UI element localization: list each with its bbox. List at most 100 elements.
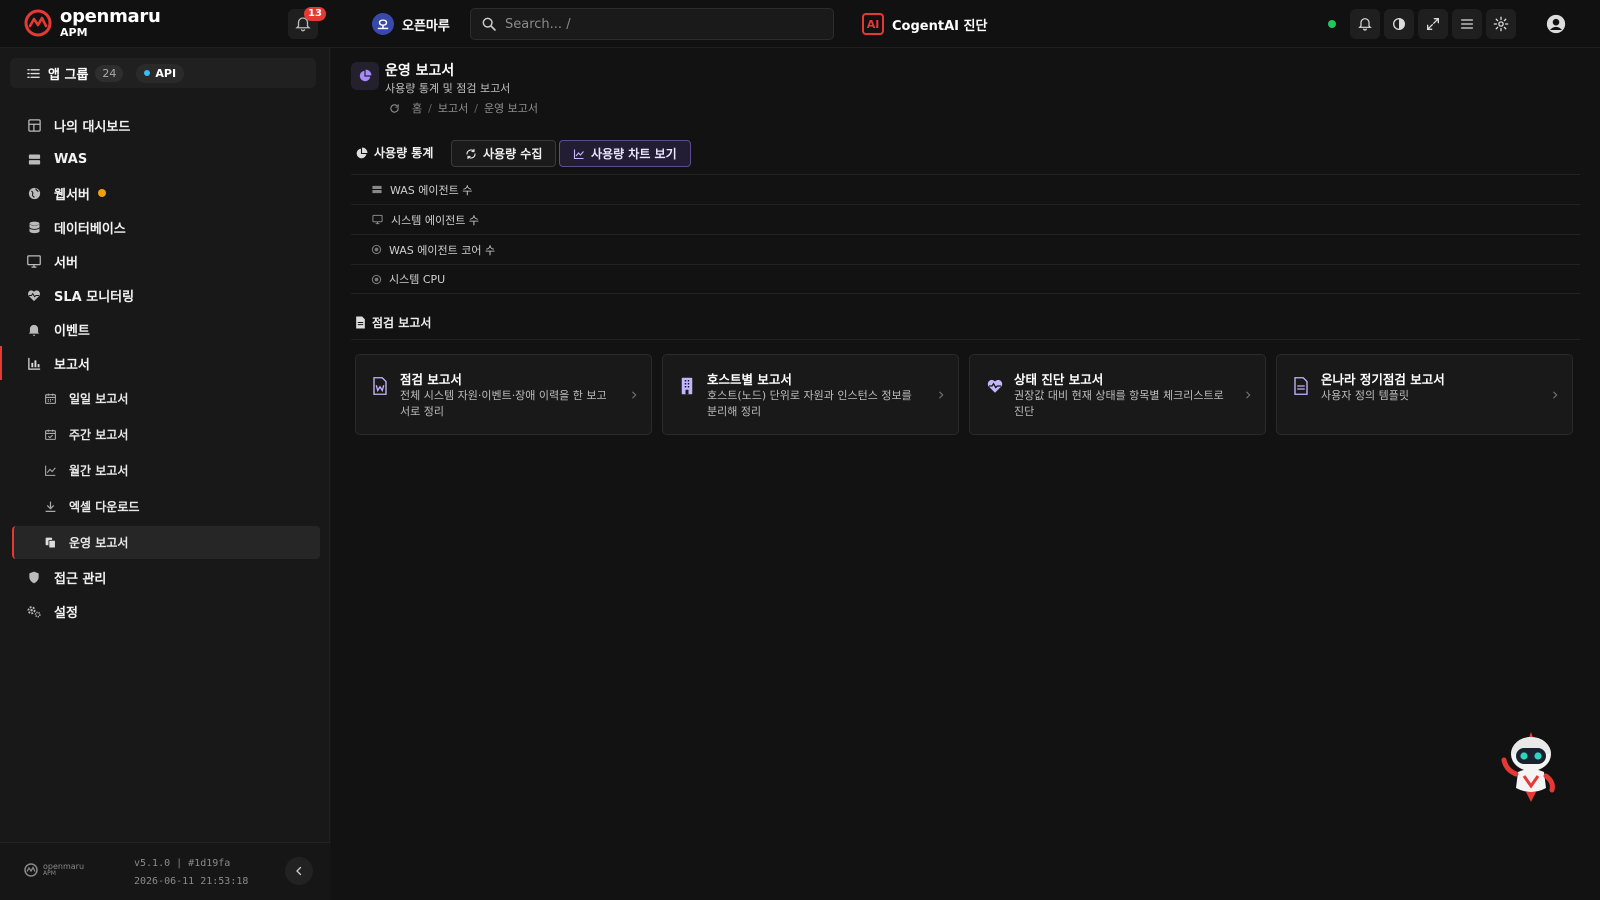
gear-icon <box>1493 16 1509 32</box>
pie-chart-icon <box>356 147 368 159</box>
sidebar: 앱 그룹 24 API 나의 대시보드 WAS 웹서버 데이터베이스 서버 SL… <box>0 48 330 900</box>
sync-icon <box>466 148 476 159</box>
sidebar-item-access-management[interactable]: 접근 관리 <box>0 560 330 594</box>
search-input[interactable] <box>505 16 805 32</box>
sidebar-subitem-label: 월간 보고서 <box>69 464 129 478</box>
footer-logo: openmaru APM <box>24 863 84 877</box>
server-icon <box>372 185 382 194</box>
search-icon <box>482 17 496 31</box>
ai-icon: AI <box>862 13 884 35</box>
database-icon <box>28 221 40 233</box>
fullscreen-button[interactable] <box>1418 9 1448 39</box>
monitor-icon <box>372 214 383 225</box>
bar-chart-icon <box>27 357 40 370</box>
usage-row[interactable]: WAS 에이전트 코어 수 <box>351 234 1580 264</box>
alarm-button[interactable] <box>1350 9 1380 39</box>
sidebar-subitem-weekly-report[interactable]: 주간 보고서 <box>12 418 320 451</box>
notifications-button[interactable]: 13 <box>288 7 326 39</box>
sidebar-subitem-operation-report[interactable]: 운영 보고서 <box>12 526 320 559</box>
org-avatar: 오 <box>372 13 394 35</box>
expand-icon <box>1427 18 1439 30</box>
logo-name: openmaru <box>60 6 161 27</box>
card-description: 사용자 정의 템플릿 <box>1321 389 1409 402</box>
globe-icon <box>28 187 40 199</box>
report-card-onnara[interactable]: 온나라 정기점검 보고서 사용자 정의 템플릿 <box>1276 354 1573 435</box>
usage-section-title: 사용량 통계 <box>374 146 434 160</box>
usage-row[interactable]: 시스템 에이전트 수 <box>351 204 1580 234</box>
collapse-sidebar-button[interactable] <box>285 857 313 885</box>
org-name: 오픈마루 <box>402 18 450 34</box>
inspection-section-header: 점검 보고서 <box>355 314 431 331</box>
settings-button[interactable] <box>1486 9 1516 39</box>
user-profile-button[interactable] <box>1543 11 1569 37</box>
user-circle-icon <box>1546 14 1566 34</box>
sidebar-subitem-monthly-report[interactable]: 월간 보고서 <box>12 454 320 487</box>
ai-assistant-robot-button[interactable] <box>1500 730 1562 802</box>
card-description: 권장값 대비 현재 상태를 항목별 체크리스트로 진단 <box>1014 389 1224 418</box>
sidebar-subitem-label: 일일 보고서 <box>69 392 129 406</box>
file-icon <box>356 316 365 329</box>
sidebar-item-label: 설정 <box>54 605 78 621</box>
breadcrumb-reports[interactable]: 보고서 <box>438 100 468 116</box>
chevron-right-icon <box>1246 391 1251 399</box>
sidebar-item-label: SLA 모니터링 <box>54 289 135 305</box>
sidebar-subitem-daily-report[interactable]: 일일 보고서 <box>12 382 320 415</box>
sidebar-item-server[interactable]: 서버 <box>0 244 330 278</box>
card-description: 전체 시스템 자원·이벤트·장애 이력을 한 보고서로 정리 <box>400 389 607 418</box>
sidebar-item-database[interactable]: 데이터베이스 <box>0 210 330 244</box>
report-card-inspection[interactable]: 점검 보고서 전체 시스템 자원·이벤트·장애 이력을 한 보고서로 정리 <box>355 354 652 435</box>
hamburger-icon <box>1461 19 1473 29</box>
sidebar-item-label: WAS <box>54 151 88 167</box>
sidebar-item-events[interactable]: 이벤트 <box>0 312 330 346</box>
usage-row-label: WAS 에이전트 수 <box>390 183 473 197</box>
breadcrumb-separator: / <box>474 101 478 115</box>
sidebar-item-settings[interactable]: 설정 <box>0 594 330 628</box>
usage-list: WAS 에이전트 수 시스템 에이전트 수 WAS 에이전트 코어 수 시스템 … <box>351 174 1580 294</box>
sidebar-item-dashboard[interactable]: 나의 대시보드 <box>0 108 330 142</box>
card-title: 점검 보고서 <box>400 372 462 387</box>
view-usage-chart-button[interactable]: 사용량 차트 보기 <box>559 140 691 167</box>
refresh-icon[interactable] <box>389 103 400 114</box>
usage-row[interactable]: 시스템 CPU <box>351 264 1580 294</box>
theme-toggle-button[interactable] <box>1384 9 1414 39</box>
app-group-count: 24 <box>95 64 124 82</box>
collect-usage-button[interactable]: 사용량 수집 <box>451 140 557 167</box>
usage-row-label: 시스템 에이전트 수 <box>391 213 479 227</box>
page-subtitle: 사용량 통계 및 점검 보고서 <box>385 82 511 95</box>
org-selector[interactable]: 오 오픈마루 <box>372 13 450 35</box>
sidebar-item-label: 서버 <box>54 255 78 271</box>
api-toggle[interactable]: API <box>136 63 185 83</box>
cogent-label: CogentAI 진단 <box>892 18 988 34</box>
sidebar-item-sla[interactable]: SLA 모니터링 <box>0 278 330 312</box>
cogs-icon <box>27 605 41 617</box>
card-title: 온나라 정기점검 보고서 <box>1321 372 1445 387</box>
sidebar-item-reports[interactable]: 보고서 <box>0 346 330 380</box>
report-card-health-check[interactable]: 상태 진단 보고서 권장값 대비 현재 상태를 항목별 체크리스트로 진단 <box>969 354 1266 435</box>
sidebar-subitem-excel-download[interactable]: 엑셀 다운로드 <box>12 490 320 523</box>
breadcrumb-home[interactable]: 홈 <box>412 100 422 116</box>
report-card-host[interactable]: 호스트별 보고서 호스트(노드) 단위로 자원과 인스턴스 정보를 분리해 정리 <box>662 354 959 435</box>
top-bar: openmaru APM 13 오 오픈마루 AI CogentAI 진단 <box>0 0 1600 48</box>
sidebar-item-label: 데이터베이스 <box>54 221 126 237</box>
app-logo[interactable]: openmaru APM <box>24 6 161 38</box>
cogent-ai-button[interactable]: AI CogentAI 진단 <box>862 13 987 35</box>
chip-icon <box>371 244 382 255</box>
sidebar-item-was[interactable]: WAS <box>0 142 330 176</box>
api-status-dot <box>144 70 151 76</box>
section-divider <box>351 339 1580 340</box>
menu-button[interactable] <box>1452 9 1482 39</box>
chevron-right-icon <box>632 391 637 399</box>
chevron-right-icon <box>1553 391 1558 399</box>
build-timestamp: 2026-06-11 21:53:18 <box>134 876 249 887</box>
chevron-right-icon <box>939 391 944 399</box>
document-icon <box>1294 377 1308 395</box>
sidebar-item-label: 보고서 <box>54 357 90 373</box>
download-icon <box>45 501 56 512</box>
sidebar-footer: openmaru APM v5.1.0 | #1d19fa 2026-06-11… <box>0 842 330 900</box>
usage-section-header: 사용량 통계 <box>355 140 433 167</box>
usage-row[interactable]: WAS 에이전트 수 <box>351 174 1580 204</box>
line-chart-icon <box>573 149 584 159</box>
calendar-icon <box>45 393 56 404</box>
sidebar-item-webserver[interactable]: 웹서버 <box>0 176 330 210</box>
app-group-selector[interactable]: 앱 그룹 24 API <box>10 58 316 88</box>
